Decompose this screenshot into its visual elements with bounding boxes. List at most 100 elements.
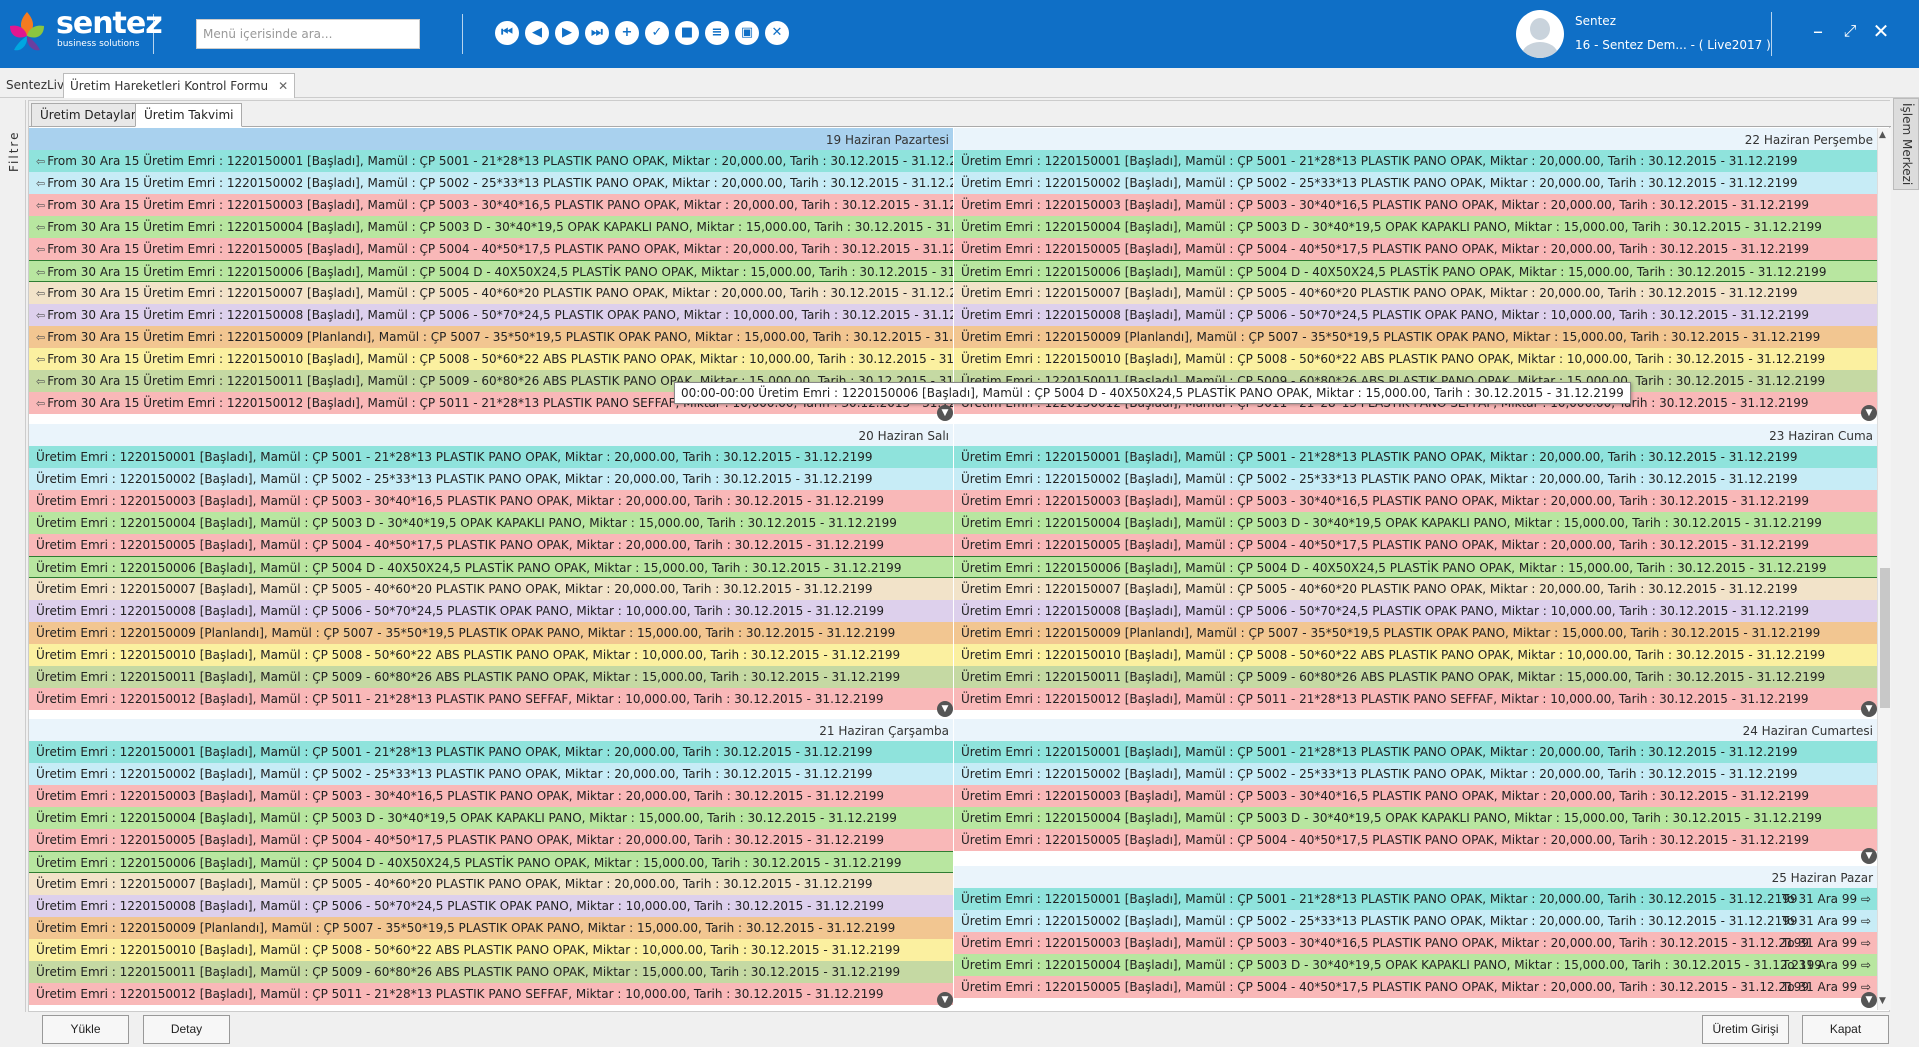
appointment-item[interactable]: Üretim Emri : 1220150005 [Başladı], Mamü… [29,829,953,851]
first-record-icon[interactable]: ⏮ [495,21,519,45]
appointment-item[interactable]: Üretim Emri : 1220150010 [Başladı], Mamü… [29,644,953,666]
delete-icon[interactable]: ■ [675,21,699,45]
appointment-item[interactable]: Üretim Emri : 1220150003 [Başladı], Mamü… [954,785,1877,807]
appointment-item[interactable]: Üretim Emri : 1220150001 [Başladı], Mamü… [29,741,953,763]
tab-uretim-detaylari[interactable]: Üretim Detayları [31,103,149,127]
appointment-item[interactable]: Üretim Emri : 1220150007 [Başladı], Mamü… [29,578,953,600]
appointment-item[interactable]: Üretim Emri : 1220150002 [Başladı], Mamü… [954,910,1877,932]
appointment-item[interactable]: Üretim Emri : 1220150012 [Başladı], Mamü… [29,983,953,1005]
minimize-icon[interactable]: – [1806,18,1830,44]
day-header[interactable]: 19 Haziran Pazartesi [29,128,953,150]
appointment-item[interactable]: Üretim Emri : 1220150004 [Başladı], Mamü… [29,807,953,829]
appointment-item[interactable]: Üretim Emri : 1220150002 [Başladı], Mamü… [954,172,1877,194]
more-appointments-icon[interactable]: ▼ [1861,992,1877,1008]
appointment-item[interactable]: Üretim Emri : 1220150009 [Planlandı], Ma… [954,622,1877,644]
appointment-item[interactable]: Üretim Emri : 1220150008 [Başladı], Mamü… [954,600,1877,622]
day-header[interactable]: 25 Haziran Pazar [954,866,1877,888]
appointment-item[interactable]: Üretim Emri : 1220150005 [Başladı], Mamü… [954,976,1877,998]
load-button[interactable]: Yükle [42,1015,129,1044]
appointment-item[interactable]: ⇦ From 30 Ara 15 Üretim Emri : 1220150006… [29,260,953,282]
day-panel[interactable]: 21 Haziran Çarşamba Üretim Emri : 1220150… [29,719,953,1010]
appointment-item[interactable]: ⇦ From 30 Ara 15 Üretim Emri : 1220150009… [29,326,953,348]
appointment-item[interactable]: Üretim Emri : 1220150011 [Başladı], Mamü… [954,666,1877,688]
day-header[interactable]: 22 Haziran Perşembe [954,128,1877,150]
appointment-item[interactable]: Üretim Emri : 1220150001 [Başladı], Mamü… [954,446,1877,468]
day-panel[interactable]: 19 Haziran Pazartesi ⇦ From 30 Ara 15 Üret… [29,128,953,423]
appointment-item[interactable]: Üretim Emri : 1220150005 [Başladı], Mamü… [29,534,953,556]
appointment-item[interactable]: Üretim Emri : 1220150006 [Başladı], Mamü… [29,851,953,873]
appointment-item[interactable]: Üretim Emri : 1220150008 [Başladı], Mamü… [954,304,1877,326]
appointment-item[interactable]: ⇦ From 30 Ara 15 Üretim Emri : 1220150001… [29,150,953,172]
appointment-item[interactable]: ⇦ From 30 Ara 15 Üretim Emri : 1220150003… [29,194,953,216]
detail-button[interactable]: Detay [143,1015,230,1044]
appointment-item[interactable]: Üretim Emri : 1220150003 [Başladı], Mamü… [954,932,1877,954]
scrollbar-thumb[interactable] [1880,568,1890,708]
appointment-item[interactable]: Üretim Emri : 1220150009 [Planlandı], Ma… [954,326,1877,348]
previous-record-icon[interactable]: ◀ [525,21,549,45]
appointment-item[interactable]: Üretim Emri : 1220150003 [Başladı], Mamü… [29,490,953,512]
appointment-item[interactable]: Üretim Emri : 1220150012 [Başladı], Mamü… [954,688,1877,710]
appointment-item[interactable]: Üretim Emri : 1220150011 [Başladı], Mamü… [29,666,953,688]
more-appointments-icon[interactable]: ▼ [937,701,953,717]
appointment-item[interactable]: Üretim Emri : 1220150007 [Başladı], Mamü… [29,873,953,895]
appointment-item[interactable]: Üretim Emri : 1220150004 [Başladı], Mamü… [954,807,1877,829]
appointment-item[interactable]: Üretim Emri : 1220150004 [Başladı], Mamü… [954,954,1877,976]
appointment-item[interactable]: ⇦ From 30 Ara 15 Üretim Emri : 1220150008… [29,304,953,326]
appointment-item[interactable]: Üretim Emri : 1220150003 [Başladı], Mamü… [29,785,953,807]
scroll-down-icon[interactable]: ▼ [1879,996,1886,1006]
appointment-item[interactable]: Üretim Emri : 1220150001 [Başladı], Mamü… [954,888,1877,910]
appointment-item[interactable]: Üretim Emri : 1220150006 [Başladı], Mamü… [954,260,1877,282]
add-icon[interactable]: + [615,21,639,45]
view-icon[interactable]: ▣ [735,21,759,45]
appointment-item[interactable]: ⇦ From 30 Ara 15 Üretim Emri : 1220150007… [29,282,953,304]
day-header[interactable]: 20 Haziran Salı [29,424,953,446]
appointment-item[interactable]: Üretim Emri : 1220150005 [Başladı], Mamü… [954,534,1877,556]
process-center-strip[interactable]: İşlem Merkezi [1893,98,1919,190]
appointment-item[interactable]: ⇦ From 30 Ara 15 Üretim Emri : 1220150002… [29,172,953,194]
appointment-item[interactable]: Üretim Emri : 1220150006 [Başladı], Mamü… [954,556,1877,578]
appointment-item[interactable]: ⇦ From 30 Ara 15 Üretim Emri : 1220150004… [29,216,953,238]
filter-panel-strip[interactable]: Filtre [0,100,26,1020]
appointment-item[interactable]: Üretim Emri : 1220150012 [Başladı], Mamü… [29,688,953,710]
vertical-scrollbar[interactable]: ▲ ▼ [1877,128,1891,1010]
day-panel[interactable]: 22 Haziran Perşembe Üretim Emri : 1220150… [954,128,1877,423]
appointment-item[interactable]: Üretim Emri : 1220150008 [Başladı], Mamü… [29,895,953,917]
appointment-item[interactable]: Üretim Emri : 1220150007 [Başladı], Mamü… [954,282,1877,304]
close-button[interactable]: Kapat [1802,1015,1889,1044]
appointment-item[interactable]: Üretim Emri : 1220150004 [Başladı], Mamü… [954,512,1877,534]
appointment-item[interactable]: Üretim Emri : 1220150001 [Başladı], Mamü… [29,446,953,468]
appointment-item[interactable]: Üretim Emri : 1220150006 [Başladı], Mamü… [29,556,953,578]
day-header[interactable]: 23 Haziran Cuma [954,424,1877,446]
appointment-item[interactable]: Üretim Emri : 1220150011 [Başladı], Mamü… [29,961,953,983]
appointment-item[interactable]: Üretim Emri : 1220150002 [Başladı], Mamü… [29,763,953,785]
appointment-item[interactable]: Üretim Emri : 1220150010 [Başladı], Mamü… [954,644,1877,666]
tab-uretim-takvimi[interactable]: Üretim Takvimi [135,103,243,127]
appointment-item[interactable]: Üretim Emri : 1220150009 [Planlandı], Ma… [29,622,953,644]
company-name[interactable]: 16 - Sentez Dem... - ( Live2017 ) [1575,38,1771,52]
day-header[interactable]: 21 Haziran Çarşamba [29,719,953,741]
production-entry-button[interactable]: Üretim Girişi [1702,1015,1789,1044]
appointment-item[interactable]: Üretim Emri : 1220150009 [Planlandı], Ma… [29,917,953,939]
appointment-item[interactable]: Üretim Emri : 1220150002 [Başladı], Mamü… [954,763,1877,785]
next-record-icon[interactable]: ▶ [555,21,579,45]
more-appointments-icon[interactable]: ▼ [937,992,953,1008]
scroll-up-icon[interactable]: ▲ [1879,130,1886,140]
appointment-item[interactable]: Üretim Emri : 1220150004 [Başladı], Mamü… [954,216,1877,238]
maximize-icon[interactable]: ⤢ [1838,18,1862,44]
appointment-item[interactable]: Üretim Emri : 1220150001 [Başladı], Mamü… [954,150,1877,172]
appointment-item[interactable]: Üretim Emri : 1220150002 [Başladı], Mamü… [29,468,953,490]
save-icon[interactable]: ✓ [645,21,669,45]
appointment-item[interactable]: Üretim Emri : 1220150010 [Başladı], Mamü… [954,348,1877,370]
day-panel[interactable]: 25 Haziran Pazar Üretim Emri : 1220150001… [954,866,1877,1010]
appointment-item[interactable]: Üretim Emri : 1220150002 [Başladı], Mamü… [954,468,1877,490]
appointment-item[interactable]: ⇦ From 30 Ara 15 Üretim Emri : 1220150005… [29,238,953,260]
appointment-item[interactable]: Üretim Emri : 1220150010 [Başladı], Mamü… [29,939,953,961]
more-appointments-icon[interactable]: ▼ [937,405,953,421]
appointment-item[interactable]: ⇦ From 30 Ara 15 Üretim Emri : 1220150010… [29,348,953,370]
appointment-item[interactable]: Üretim Emri : 1220150003 [Başladı], Mamü… [954,490,1877,512]
appointment-item[interactable]: Üretim Emri : 1220150003 [Başladı], Mamü… [954,194,1877,216]
appointment-item[interactable]: Üretim Emri : 1220150001 [Başladı], Mamü… [954,741,1877,763]
appointment-item[interactable]: Üretim Emri : 1220150008 [Başladı], Mamü… [29,600,953,622]
close-window-icon[interactable]: ✕ [1869,18,1893,44]
more-appointments-icon[interactable]: ▼ [1861,405,1877,421]
